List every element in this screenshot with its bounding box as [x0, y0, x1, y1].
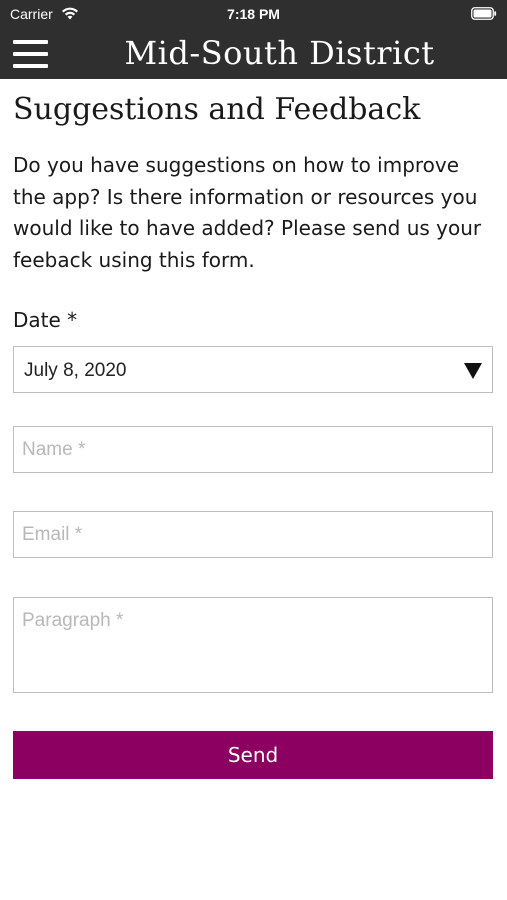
page-title: Suggestions and Feedback — [13, 92, 421, 127]
send-button[interactable]: Send — [13, 731, 493, 779]
battery-icon — [471, 7, 497, 20]
status-bar: Carrier 7:18 PM — [0, 0, 507, 28]
hamburger-menu-icon[interactable] — [13, 40, 48, 68]
app-title: Mid-South District — [124, 34, 435, 72]
app-header: Mid-South District — [0, 28, 507, 79]
date-value: July 8, 2020 — [24, 360, 127, 381]
intro-text: Do you have suggestions on how to improv… — [13, 153, 482, 272]
date-select[interactable]: July 8, 2020 — [13, 346, 493, 393]
dropdown-arrow-icon — [464, 363, 482, 379]
email-field[interactable] — [13, 511, 493, 558]
status-time: 7:18 PM — [227, 6, 280, 22]
date-label: Date * — [13, 308, 78, 332]
name-field[interactable] — [13, 426, 493, 473]
paragraph-field[interactable] — [13, 597, 493, 693]
